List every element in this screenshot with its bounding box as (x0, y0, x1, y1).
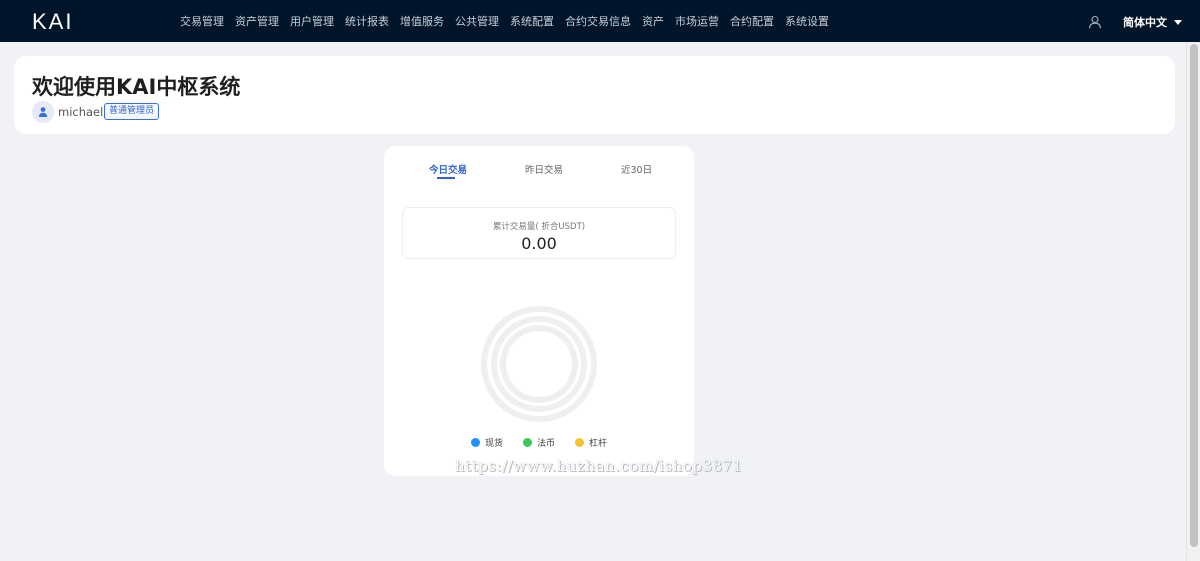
chart-legend: 现货 法币 杠杆 (384, 436, 694, 449)
nav-item-assets[interactable]: 资产 (642, 13, 664, 29)
nav-item-market-operations[interactable]: 市场运营 (675, 13, 719, 29)
legend-item-leverage[interactable]: 杠杆 (575, 436, 607, 449)
main-nav: 交易管理 资产管理 用户管理 统计报表 增值服务 公共管理 系统配置 合约交易信… (180, 0, 840, 42)
legend-item-fiat[interactable]: 法币 (522, 436, 555, 449)
legend-label: 现货 (484, 439, 503, 449)
avatar (32, 101, 54, 123)
active-tab-indicator (437, 177, 455, 179)
nav-item-public-management[interactable]: 公共管理 (455, 13, 499, 29)
total-volume-value: 0.00 (521, 234, 557, 253)
legend-label: 法币 (536, 439, 555, 449)
vertical-scrollbar[interactable] (1186, 42, 1200, 561)
nav-item-asset-management[interactable]: 资产管理 (235, 13, 279, 29)
legend-dot-green (522, 438, 532, 447)
user-outline-icon[interactable] (1088, 14, 1102, 29)
scrollbar-thumb[interactable] (1190, 44, 1198, 547)
tab-yesterday-trades[interactable]: 昨日交易 (525, 162, 563, 176)
language-label: 简体中文 (1123, 16, 1167, 29)
total-volume-box: 累计交易量( 折合USDT) 0.00 (402, 207, 676, 259)
total-volume-label: 累计交易量( 折合USDT) (492, 222, 586, 232)
trade-distribution-donut (481, 306, 597, 422)
legend-label: 杠杆 (589, 439, 608, 449)
username: michael (58, 105, 104, 119)
user-icon (38, 107, 48, 117)
kai-logo[interactable]: KAI (32, 9, 73, 35)
legend-item-spot[interactable]: 现货 (470, 436, 503, 449)
tab-last-30-days[interactable]: 近30日 (621, 162, 652, 176)
top-nav-bar: KAI 交易管理 资产管理 用户管理 统计报表 增值服务 公共管理 系统配置 合… (0, 0, 1200, 42)
tab-today-trades[interactable]: 今日交易 (429, 162, 467, 176)
nav-item-trade-management[interactable]: 交易管理 (180, 13, 224, 29)
legend-dot-yellow (575, 438, 584, 447)
nav-item-system-config[interactable]: 系统配置 (510, 13, 554, 29)
watermark: https://www.huzhan.com/ishop3871 (455, 457, 743, 475)
legend-dot-blue (470, 438, 480, 447)
nav-item-contract-trade-info[interactable]: 合约交易信息 (565, 13, 631, 29)
nav-item-statistics-reports[interactable]: 统计报表 (345, 13, 389, 29)
trade-stats-card: 今日交易 昨日交易 近30日 累计交易量( 折合USDT) 0.00 现货 法币… (384, 146, 694, 476)
language-selector[interactable]: 简体中文 (1123, 14, 1182, 30)
nav-item-value-added-services[interactable]: 增值服务 (400, 13, 444, 29)
nav-item-contract-config[interactable]: 合约配置 (730, 13, 774, 29)
welcome-card: 欢迎使用KAI中枢系统 michael 普通管理员 (14, 56, 1175, 134)
chevron-down-icon (1174, 19, 1182, 25)
nav-item-system-settings[interactable]: 系统设置 (785, 13, 829, 29)
nav-item-user-management[interactable]: 用户管理 (290, 13, 334, 29)
page-title: 欢迎使用KAI中枢系统 (32, 75, 241, 99)
role-badge: 普通管理员 (104, 103, 160, 120)
